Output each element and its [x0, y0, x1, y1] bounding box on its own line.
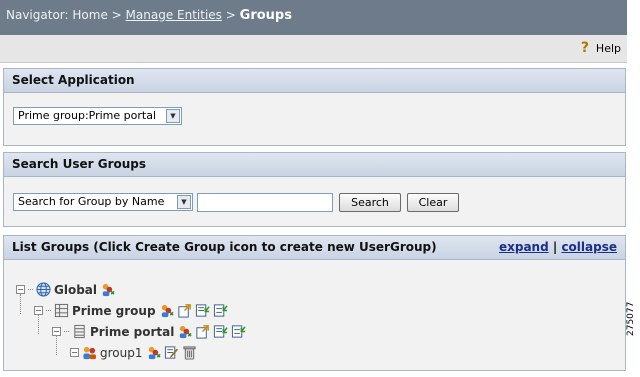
- create-group-icon[interactable]: [177, 324, 192, 339]
- expand-collapse-links: expand | collapse: [499, 236, 617, 259]
- chevron-down-icon[interactable]: ▼: [166, 109, 180, 123]
- help-icon[interactable]: ?: [578, 41, 592, 55]
- import-icon[interactable]: [213, 324, 229, 339]
- breadcrumb: Navigator: Home > Manage Entities > Grou…: [6, 8, 292, 23]
- tree-node-label[interactable]: Prime group: [72, 304, 156, 318]
- tree-node-label[interactable]: Global: [54, 283, 97, 297]
- link-separator: |: [552, 240, 558, 254]
- search-mode-select[interactable]: Search for Group by Name ▼: [13, 193, 193, 211]
- tree-node-label[interactable]: group1: [100, 346, 143, 360]
- search-button[interactable]: Search: [339, 193, 401, 212]
- search-user-groups-panel: Search User Groups Search for Group by N…: [3, 152, 626, 227]
- select-application-panel: Select Application Prime group:Prime por…: [3, 68, 626, 146]
- list-groups-header: List Groups (Click Create Group icon to …: [4, 236, 625, 260]
- export-icon[interactable]: [195, 324, 210, 339]
- edit-icon[interactable]: [164, 345, 179, 360]
- navigator-bar: Navigator: Home > Manage Entities > Grou…: [0, 0, 627, 35]
- tree-node-prime-portal[interactable]: − Prime portal: [52, 324, 247, 339]
- tree-node-global[interactable]: − Global: [16, 282, 115, 297]
- help-button[interactable]: ? Help: [578, 41, 621, 55]
- tree-node-prime-group[interactable]: − Prime group: [34, 303, 228, 318]
- import-icon[interactable]: [195, 303, 210, 318]
- export-icon[interactable]: [177, 303, 192, 318]
- select-application-title: Select Application: [4, 69, 625, 93]
- collapse-node-icon[interactable]: −: [70, 348, 79, 357]
- breadcrumb-separator: >: [111, 8, 122, 22]
- figure-id: 275077: [626, 301, 636, 336]
- breadcrumb-current: Groups: [239, 8, 292, 23]
- create-group-icon[interactable]: [159, 303, 174, 318]
- globe-icon: [36, 282, 51, 297]
- grid-icon: [54, 303, 69, 318]
- collapse-node-icon[interactable]: −: [16, 285, 25, 294]
- breadcrumb-home[interactable]: Home: [72, 8, 107, 22]
- expand-link[interactable]: expand: [499, 240, 549, 254]
- clear-button[interactable]: Clear: [407, 193, 459, 212]
- list-groups-panel: List Groups (Click Create Group icon to …: [3, 235, 626, 371]
- search-input[interactable]: [197, 193, 333, 212]
- application-select[interactable]: Prime group:Prime portal ▼: [13, 107, 182, 125]
- search-mode-value: Search for Group by Name: [18, 195, 165, 208]
- import-alt-icon[interactable]: [231, 324, 247, 339]
- breadcrumb-prefix: Navigator:: [6, 8, 69, 22]
- search-user-groups-title: Search User Groups: [4, 153, 625, 177]
- breadcrumb-separator: >: [225, 8, 236, 22]
- portal-icon: [74, 324, 85, 339]
- chevron-down-icon[interactable]: ▼: [177, 195, 191, 209]
- users-icon: [83, 346, 97, 360]
- tree-node-label[interactable]: Prime portal: [90, 325, 174, 339]
- collapse-link[interactable]: collapse: [561, 240, 617, 254]
- help-bar: ? Help: [0, 35, 627, 63]
- list-groups-title: List Groups (Click Create Group icon to …: [12, 240, 437, 254]
- delete-icon[interactable]: [182, 345, 197, 360]
- import-alt-icon[interactable]: [213, 303, 228, 318]
- collapse-node-icon[interactable]: −: [34, 306, 43, 315]
- create-group-icon[interactable]: [146, 345, 161, 360]
- create-group-icon[interactable]: [100, 282, 115, 297]
- breadcrumb-manage-entities-link[interactable]: Manage Entities: [126, 8, 222, 22]
- application-select-value: Prime group:Prime portal: [18, 109, 156, 122]
- help-label[interactable]: Help: [596, 42, 621, 55]
- collapse-node-icon[interactable]: −: [52, 327, 61, 336]
- tree-node-group1[interactable]: − group1: [70, 345, 197, 360]
